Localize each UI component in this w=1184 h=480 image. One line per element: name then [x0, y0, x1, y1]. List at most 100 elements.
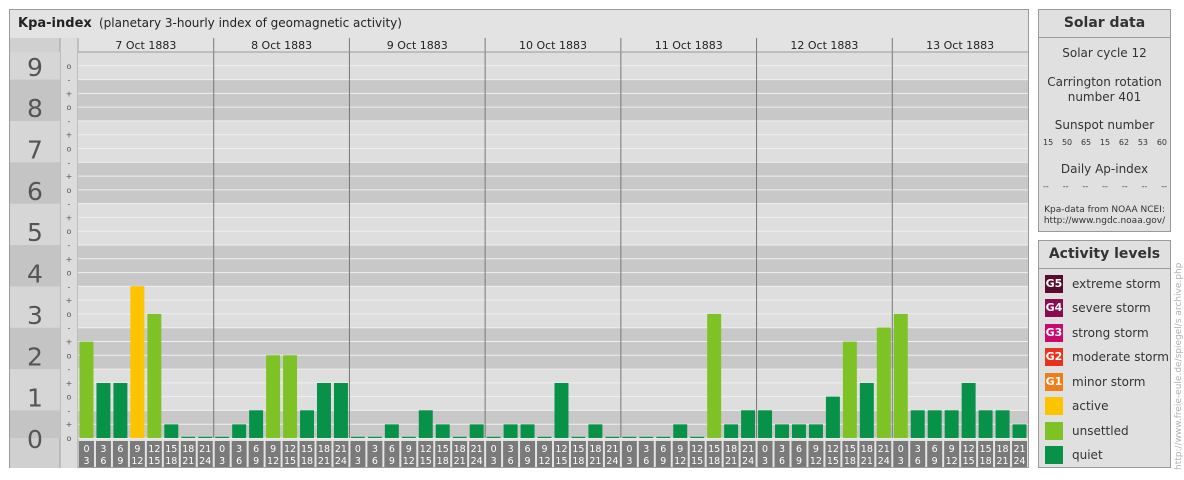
carrington-line2: number 401 [1067, 90, 1142, 104]
kp-bar [503, 424, 518, 438]
kp-bar [452, 436, 467, 438]
slot-label-end: 3 [355, 456, 361, 467]
minor-tick-label: o [67, 434, 72, 443]
kp-bar [808, 424, 823, 438]
slot-label-end: 24 [471, 456, 483, 467]
slot-label-end: 9 [932, 456, 938, 467]
ap-value: -- [1102, 182, 1108, 191]
slot-label-start: 6 [117, 444, 123, 455]
minor-tick-label: o [67, 393, 72, 402]
day-label: 13 Oct 1883 [926, 39, 994, 52]
slot-label-start: 9 [677, 444, 683, 455]
ap-value: -- [1043, 182, 1049, 191]
grid-band [78, 120, 1028, 163]
kp-bar [401, 436, 416, 438]
level-active: active [1045, 396, 1170, 416]
minor-tick-label: - [68, 76, 71, 85]
kp-bar [656, 436, 671, 438]
kp-bar [961, 382, 976, 438]
ap-value: -- [1161, 182, 1167, 191]
y-tick-label: 6 [27, 177, 43, 206]
slot-label-start: 3 [508, 444, 514, 455]
slot-label-start: 18 [182, 444, 194, 455]
slot-label-start: 18 [318, 444, 330, 455]
slot-label-start: 9 [270, 444, 276, 455]
slot-label-end: 15 [691, 456, 703, 467]
slot-label-start: 15 [708, 444, 720, 455]
level-swatch: G5 [1045, 275, 1063, 293]
minor-tick-label: o [67, 310, 72, 319]
chart-subtitle: (planetary 3-hourly index of geomagnetic… [99, 16, 402, 30]
minor-tick-label: + [66, 172, 73, 181]
minor-tick-label: - [68, 406, 71, 415]
level-quiet: quiet [1045, 445, 1170, 465]
sunspot-value: 62 [1118, 138, 1130, 147]
slot-label-start: 9 [134, 444, 140, 455]
kp-bar [690, 436, 705, 438]
slot-label-start: 6 [932, 444, 938, 455]
minor-tick-label: + [66, 296, 73, 305]
level-label: unsettled [1072, 424, 1129, 438]
source-line2: http://www.ngdc.noaa.gov/ [1043, 216, 1166, 226]
slot-label-start: 18 [725, 444, 737, 455]
slot-label-start: 18 [454, 444, 466, 455]
slot-label-end: 21 [318, 456, 330, 467]
slot-label-start: 0 [898, 444, 904, 455]
minor-tick-label: o [67, 145, 72, 154]
slot-label-start: 6 [525, 444, 531, 455]
minor-tick-label: + [66, 89, 73, 98]
y-tick-label: 0 [27, 425, 43, 454]
level-swatch: G3 [1045, 324, 1063, 342]
slot-label-end: 21 [997, 456, 1009, 467]
grid-band [78, 286, 1028, 328]
slot-label-end: 6 [236, 456, 242, 467]
minor-tick-label: o [67, 186, 72, 195]
sunspot-value: 50 [1061, 138, 1073, 147]
slot-label-start: 6 [660, 444, 666, 455]
y-tick-label: 1 [27, 384, 43, 413]
kp-bar [130, 286, 145, 438]
slot-label-end: 18 [980, 456, 992, 467]
level-swatch: G2 [1045, 348, 1063, 366]
slot-label-end: 21 [861, 456, 873, 467]
ap-value: -- [1121, 182, 1128, 191]
slot-label-end: 9 [253, 456, 259, 467]
slot-label-end: 24 [335, 456, 347, 467]
kp-bar [266, 355, 281, 438]
slot-label-start: 9 [813, 444, 819, 455]
chart-title: Kpa-index [18, 16, 92, 31]
kp-bar [876, 327, 891, 438]
slot-label-start: 3 [779, 444, 785, 455]
kp-bar [758, 410, 773, 438]
slot-label-start: 6 [253, 444, 259, 455]
kp-bar [469, 424, 484, 438]
level-minor-storm: G1 minor storm [1045, 372, 1170, 392]
slot-label-end: 3 [762, 456, 768, 467]
slot-label-end: 9 [660, 456, 666, 467]
kp-bar [96, 382, 111, 438]
slot-label-end: 3 [83, 456, 89, 467]
activity-levels-panel: Activity levels G5 extreme storm G4 seve… [1038, 240, 1171, 468]
slot-label-start: 15 [844, 444, 856, 455]
level-label: extreme storm [1072, 277, 1161, 291]
minor-tick-label: - [68, 158, 71, 167]
level-label: moderate storm [1072, 350, 1169, 364]
kp-bar [639, 436, 654, 438]
kp-bar [995, 410, 1010, 438]
slot-label-end: 3 [626, 456, 632, 467]
minor-tick-label: o [67, 351, 72, 360]
level-moderate-storm: G2 moderate storm [1045, 347, 1170, 367]
slot-label-start: 9 [949, 444, 955, 455]
slot-label-end: 21 [589, 456, 601, 467]
sunspot-value: 15 [1043, 138, 1054, 147]
slot-label-end: 24 [606, 456, 618, 467]
slot-label-end: 18 [708, 456, 720, 467]
slot-label-end: 15 [148, 456, 160, 467]
slot-label-end: 24 [878, 456, 890, 467]
slot-label-start: 21 [335, 444, 347, 455]
slot-label-end: 15 [284, 456, 296, 467]
sunspot-values: 15 50 65 15 62 53 60 [1043, 138, 1167, 147]
grid-band [78, 245, 1028, 287]
slot-label-start: 12 [827, 444, 839, 455]
slot-label-end: 12 [267, 456, 279, 467]
